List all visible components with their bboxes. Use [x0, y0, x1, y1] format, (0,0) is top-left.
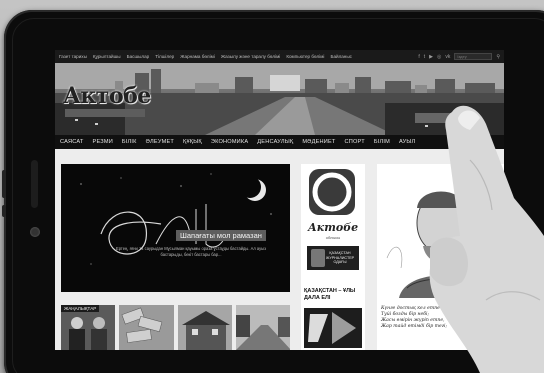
page-content: Шапағаты мол рамазан Ертең, яғни 14 саур… — [55, 149, 504, 350]
twitter-icon[interactable]: t — [424, 54, 425, 60]
facebook-icon[interactable]: f — [418, 54, 419, 60]
instagram-icon[interactable]: ◎ — [437, 54, 441, 60]
topbar-link-computer[interactable]: Компьютер бөлімі — [286, 54, 324, 59]
abai-quote: Күнге достық кел етпе – Туйі бозды бір н… — [381, 306, 448, 329]
news-thumb-news[interactable]: ЖАҢАЛЫҚТАР — [61, 305, 116, 350]
promo-graphic — [304, 308, 362, 348]
calligraphy-artwork — [80, 173, 272, 265]
vk-icon[interactable]: vk — [445, 54, 450, 60]
nav-item-economy[interactable]: ЭКОНОМИКА — [211, 139, 248, 145]
nav-item-law[interactable]: ҚҰҚЫҚ — [183, 139, 202, 145]
power-button — [2, 205, 6, 217]
slide-excerpt: Ертең, яғни 14 саурыдан Мұсылман қауымы … — [116, 246, 266, 257]
topbar-link-contact[interactable]: Байланыс — [330, 54, 352, 59]
news-photo-money — [119, 305, 174, 350]
nav-item-health[interactable]: ДЕНСАУЛЫҚ — [257, 139, 293, 145]
search-icon[interactable]: ⚲ — [496, 54, 500, 60]
news-photo-street — [235, 305, 290, 350]
sidebar-right: Күнге достық кел етпе – Туйі бозды бір н… — [377, 164, 504, 350]
top-link-bar: Газет тарихы Құрылтайшы Басшылар Тілшіле… — [55, 50, 504, 63]
nav-item-village[interactable]: АУЫЛ — [399, 139, 415, 145]
nav-item-society[interactable]: ӘЛЕУМЕТ — [146, 139, 174, 145]
topbar-link-reporters[interactable]: Тілшілер — [155, 54, 174, 59]
slide-caption[interactable]: Шапағаты мол рамазан — [176, 230, 266, 241]
promo-image[interactable] — [304, 308, 362, 348]
news-strip: ЖАҢАЛЫҚТАР — [61, 305, 290, 350]
nav-item-official[interactable]: РЕЗМИ — [93, 139, 113, 145]
brand-name[interactable]: Актобе — [301, 221, 365, 234]
volume-button — [2, 170, 6, 198]
tablet-sensor — [31, 160, 38, 208]
tablet-screen: Газет тарихы Құрылтайшы Басшылар Тілшіле… — [55, 50, 504, 350]
topbar-link-founder[interactable]: Құрылтайшы — [93, 54, 121, 59]
main-navigation: САЯСАТ РЕЗМИ БІЛІК ӘЛЕУМЕТ ҚҰҚЫҚ ЭКОНОМИ… — [55, 135, 504, 149]
news-thumb-money[interactable] — [119, 305, 174, 350]
site-banner: Актобе — [55, 63, 504, 135]
journalists-union-banner[interactable]: ҚАЗАҚСТАН ЖУРНАЛИСТЕР ОДАҒЫ — [307, 246, 359, 270]
search-input[interactable]: Іздеу — [454, 53, 493, 60]
nav-item-culture[interactable]: МӘДЕНИЕТ — [302, 139, 335, 145]
camera-icon — [30, 227, 40, 237]
news-photo-building — [177, 305, 232, 350]
topbar-link-subscription[interactable]: Жазылу және таралу бөлімі — [221, 54, 281, 59]
section-title[interactable]: ҚАЗАҚСТАН – ҰЛЫ ДАЛА ЕЛІ — [304, 288, 365, 301]
news-tag: ЖАҢАЛЫҚТАР — [61, 305, 100, 312]
topbar-link-ads[interactable]: Жарнама бөлімі — [180, 54, 215, 59]
featured-slider[interactable]: Шапағаты мол рамазан Ертең, яғни 14 саур… — [61, 164, 290, 292]
emblem-icon — [311, 249, 325, 267]
news-thumb-building[interactable] — [177, 305, 232, 350]
photo-scene: Газет тарихы Құрылтайшы Басшылар Тілшіле… — [0, 0, 544, 373]
nav-item-politics[interactable]: САЯСАТ — [60, 139, 84, 145]
topbar-link-management[interactable]: Басшылар — [127, 54, 150, 59]
abai-portrait[interactable] — [379, 168, 499, 298]
journalists-union-label: ҚАЗАҚСТАН ЖУРНАЛИСТЕР ОДАҒЫ — [325, 250, 355, 265]
site-logo[interactable]: Актобе — [63, 83, 151, 109]
topbar-link-history[interactable]: Газет тарихы — [59, 54, 87, 59]
social-links: f t ▶ ◎ vk Іздеу ⚲ — [418, 53, 500, 60]
brand-subtitle: облысы — [325, 235, 341, 240]
nav-item-sport[interactable]: СПОРТ — [345, 139, 365, 145]
aktobe-logo-icon[interactable] — [307, 167, 357, 217]
sidebar-left: Актобе облысы ҚАЗАҚСТАН ЖУРНАЛИСТЕР ОДАҒ… — [301, 164, 365, 350]
news-thumb-street[interactable] — [235, 305, 290, 350]
nav-item-education[interactable]: БІЛІМ — [374, 139, 390, 145]
youtube-icon[interactable]: ▶ — [429, 54, 433, 60]
nav-item-power[interactable]: БІЛІК — [122, 139, 137, 145]
